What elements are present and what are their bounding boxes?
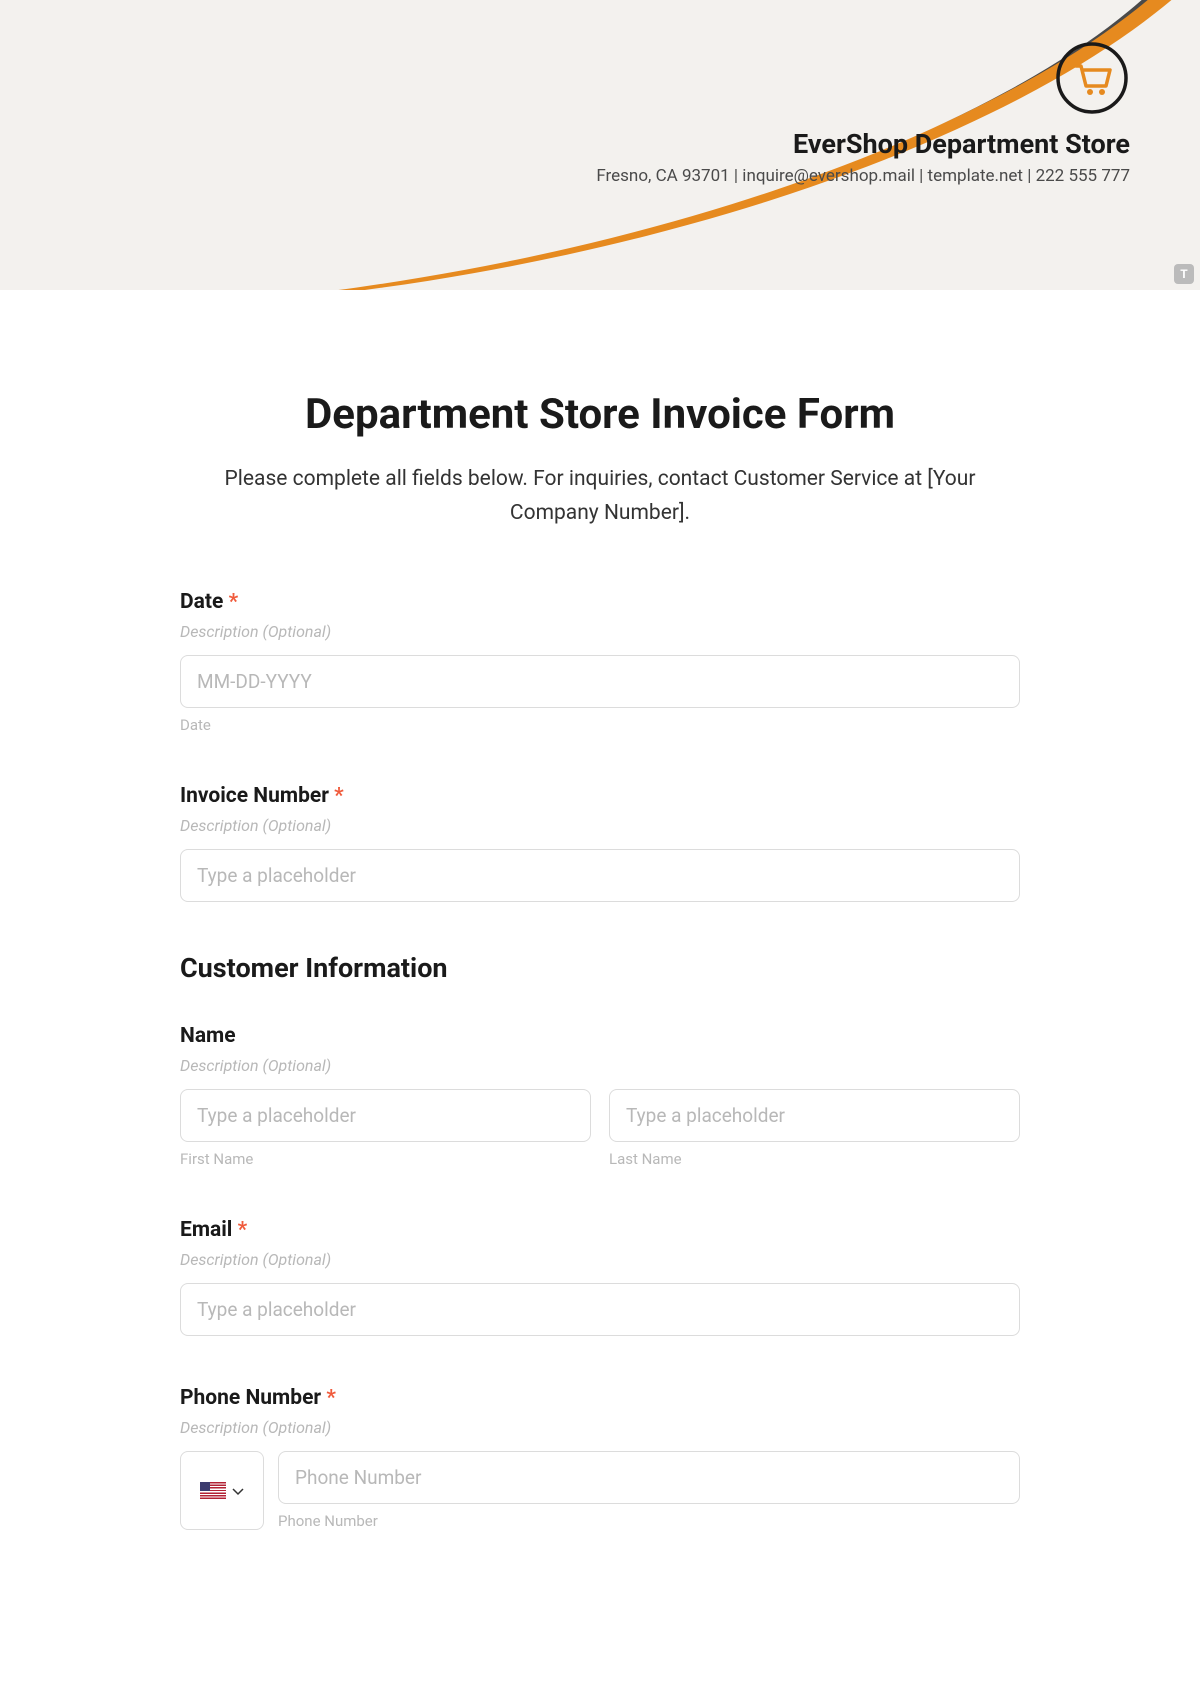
customer-info-heading: Customer Information [180,952,1020,984]
phone-field-group: Phone Number * Description (Optional) Ph… [180,1386,1020,1530]
form-subtitle: Please complete all fields below. For in… [180,463,1020,530]
name-label-text: Name [180,1024,236,1048]
invoice-number-description: Description (Optional) [180,816,1020,835]
email-field-group: Email * Description (Optional) [180,1218,1020,1336]
phone-sublabel: Phone Number [278,1512,1020,1530]
date-sublabel: Date [180,716,1020,734]
company-name: EverShop Department Store [596,128,1130,160]
header-content: EverShop Department Store Fresno, CA 937… [596,40,1130,186]
name-label: Name [180,1024,1020,1048]
required-mark: * [334,784,344,808]
cart-logo-icon [1054,40,1130,120]
date-label-text: Date [180,590,223,614]
email-input[interactable] [180,1283,1020,1336]
template-badge: T [1174,264,1194,284]
phone-label-text: Phone Number [180,1386,321,1410]
name-field-group: Name Description (Optional) First Name L… [180,1024,1020,1168]
phone-input[interactable] [278,1451,1020,1504]
first-name-input[interactable] [180,1089,591,1142]
chevron-down-icon [232,1481,244,1500]
invoice-number-field-group: Invoice Number * Description (Optional) [180,784,1020,902]
date-field-group: Date * Description (Optional) Date [180,590,1020,734]
required-mark: * [326,1386,336,1410]
form-container: Department Store Invoice Form Please com… [120,290,1080,1640]
required-mark: * [229,590,239,614]
date-label: Date * [180,590,1020,614]
email-label-text: Email [180,1218,232,1242]
invoice-number-label-text: Invoice Number [180,784,329,808]
required-mark: * [238,1218,248,1242]
last-name-sublabel: Last Name [609,1150,1020,1168]
phone-description: Description (Optional) [180,1418,1020,1437]
form-title: Department Store Invoice Form [180,390,1020,439]
date-description: Description (Optional) [180,622,1020,641]
last-name-input[interactable] [609,1089,1020,1142]
date-input[interactable] [180,655,1020,708]
invoice-number-input[interactable] [180,849,1020,902]
us-flag-icon [200,1482,226,1499]
email-description: Description (Optional) [180,1250,1020,1269]
country-code-select[interactable] [180,1451,264,1530]
phone-label: Phone Number * [180,1386,1020,1410]
first-name-sublabel: First Name [180,1150,591,1168]
company-contact: Fresno, CA 93701 | inquire@evershop.mail… [596,166,1130,186]
email-label: Email * [180,1218,1020,1242]
invoice-number-label: Invoice Number * [180,784,1020,808]
name-description: Description (Optional) [180,1056,1020,1075]
header-banner: EverShop Department Store Fresno, CA 937… [0,0,1200,290]
